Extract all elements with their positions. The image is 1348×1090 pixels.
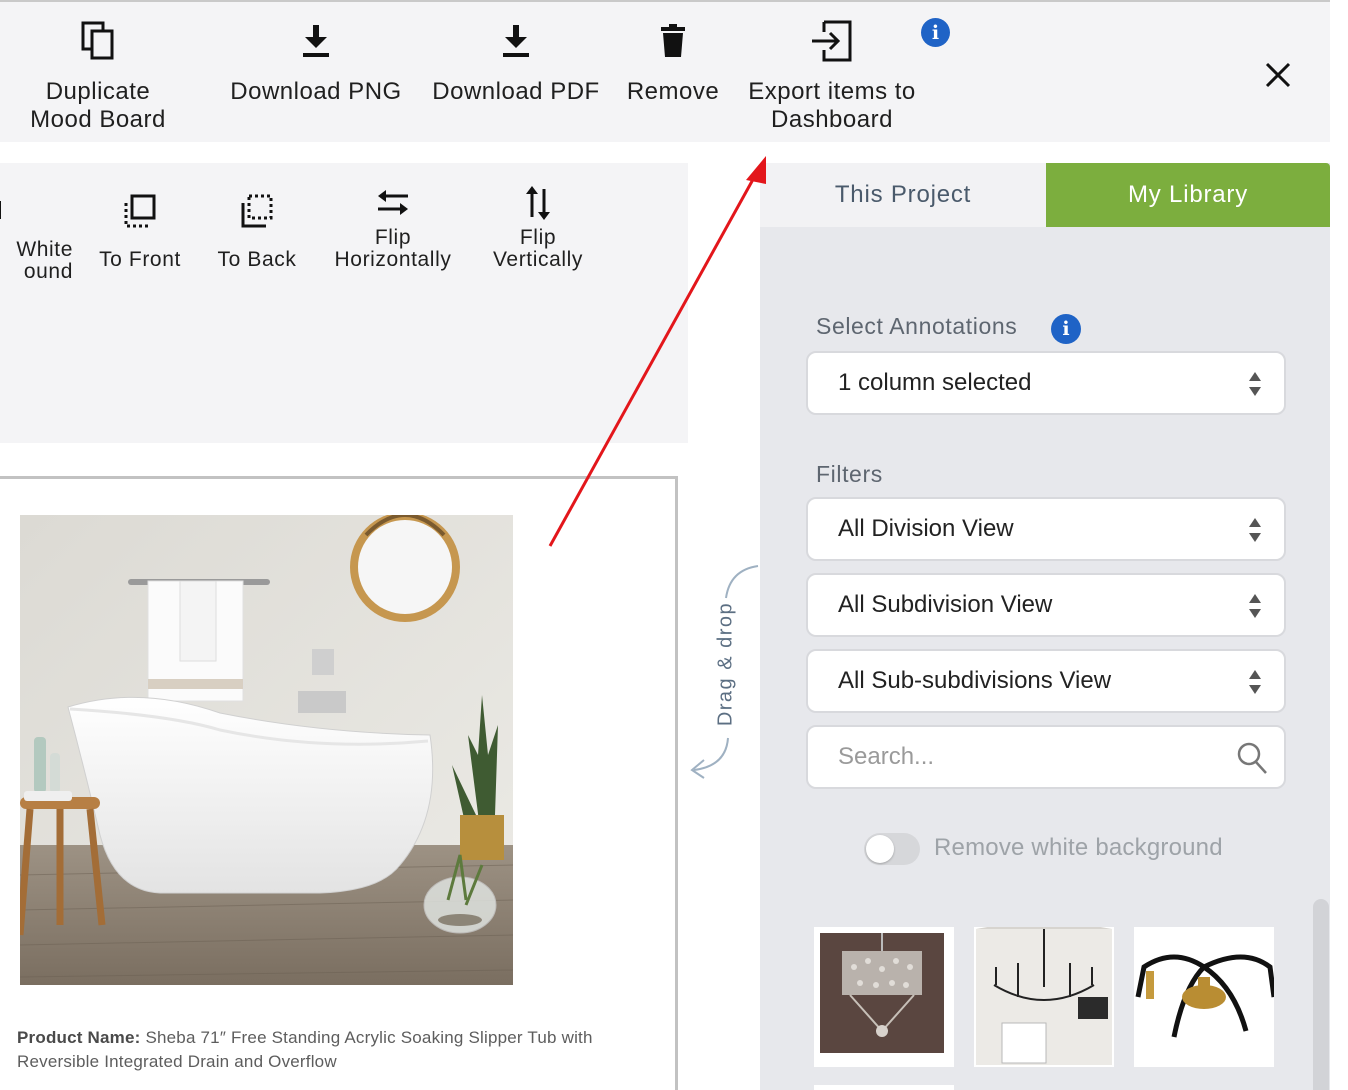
to-back-button[interactable]: To Back [207,193,307,271]
library-thumbnail-black-iron-chandelier[interactable] [974,927,1114,1067]
sub-subdivision-filter-select[interactable]: All Sub-subdivisions View [806,649,1286,713]
library-panel: This Project My Library Select Annotatio… [760,163,1330,1090]
flip-horizontally-label: Flip Horizontally [334,226,452,271]
select-annotations-text: Select Annotations [816,313,1018,339]
flip-horizontal-icon [376,187,410,227]
library-thumbnail-crystal-chandelier[interactable] [814,927,954,1067]
flip-vertically-label: Flip Vertically [492,226,584,271]
remove-white-background-label: Remove white background [934,834,1223,861]
annotations-select[interactable]: 1 column selected [806,351,1286,415]
sub-subdivision-filter-value: All Sub-subdivisions View [838,667,1112,694]
product-image-bathtub[interactable] [20,515,513,985]
remove-white-background-toggle[interactable] [864,833,920,865]
search-icon[interactable] [1236,741,1268,775]
library-thumbnail-brass-black-chandelier[interactable] [1134,927,1274,1067]
subdivision-filter-value: All Subdivision View [838,591,1053,618]
download-pdf-label: Download PDF [432,78,600,105]
select-arrows-icon [1249,670,1261,694]
trash-icon [660,16,686,66]
export-to-dashboard-button[interactable]: Export items to Dashboard [744,16,920,134]
drag-drop-hint: Drag & drop [714,601,737,727]
remove-white-background-tool[interactable]: White ound [0,197,80,283]
to-back-label: To Back [217,248,297,271]
flip-horizontally-button[interactable]: Flip Horizontally [322,187,464,271]
download-icon [502,16,530,66]
to-front-button[interactable]: To Front [90,193,190,271]
remove-button[interactable]: Remove [620,16,726,106]
subdivision-filter-select[interactable]: All Subdivision View [806,573,1286,637]
download-png-label: Download PNG [230,78,402,105]
to-front-label: To Front [99,248,181,271]
product-caption: Product Name: Sheba 71″ Free Standing Ac… [17,1026,657,1074]
remove-label: Remove [626,78,720,105]
download-pdf-button[interactable]: Download PDF [422,16,610,106]
select-arrows-icon [1249,518,1261,542]
toggle-knob [866,835,894,863]
export-label: Export items to Dashboard [748,78,916,133]
tab-this-project[interactable]: This Project [760,163,1046,227]
division-filter-select[interactable]: All Division View [806,497,1286,561]
info-icon[interactable]: i [921,18,950,47]
duplicate-icon [81,16,115,66]
close-icon[interactable] [1262,59,1294,91]
library-thumbnail-partial[interactable] [814,1085,954,1090]
top-toolbar: Duplicate Mood Board Download PNG Downlo… [0,0,1330,142]
select-arrows-icon [1249,372,1261,396]
select-arrows-icon [1249,594,1261,618]
to-back-icon [240,193,274,249]
select-annotations-label: Select Annotations [816,313,1017,340]
duplicate-label: Duplicate Mood Board [30,78,166,133]
to-front-icon [123,193,157,249]
search-placeholder: Search... [838,743,935,770]
flip-vertical-icon [523,185,553,227]
arrange-tools-panel: White ound To Front To Back Flip Horizon… [0,163,688,443]
info-icon[interactable]: i [1051,314,1081,344]
filters-label: Filters [816,461,883,487]
download-png-button[interactable]: Download PNG [220,16,412,106]
division-filter-value: All Division View [838,515,1014,542]
white-background-label: White ound [16,238,73,283]
download-icon [302,16,330,66]
annotations-select-value: 1 column selected [838,369,1032,396]
product-name-prefix: Product Name: [17,1028,141,1047]
flip-vertically-button[interactable]: Flip Vertically [478,185,598,271]
white-background-icon [0,197,80,239]
duplicate-mood-board-button[interactable]: Duplicate Mood Board [2,16,194,134]
library-search-input[interactable]: Search... [806,725,1286,789]
export-icon [810,16,854,66]
library-scrollbar[interactable] [1313,899,1329,1090]
tab-my-library[interactable]: My Library [1046,163,1330,227]
